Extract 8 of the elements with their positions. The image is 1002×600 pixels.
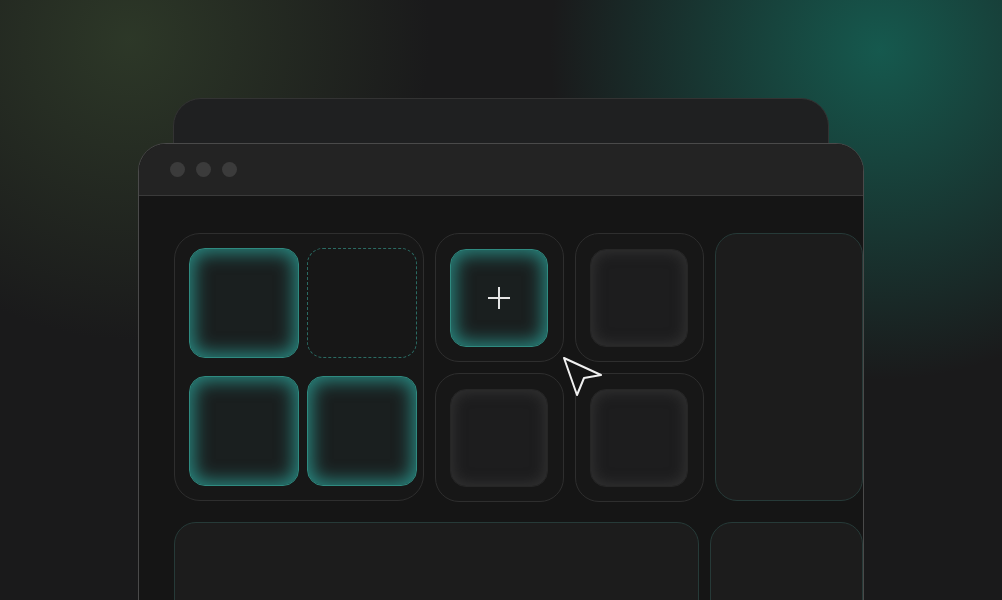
plus-icon — [487, 285, 512, 310]
window-control[interactable] — [196, 162, 211, 177]
tile[interactable] — [450, 248, 549, 347]
tile[interactable] — [189, 248, 299, 358]
window-control[interactable] — [170, 162, 185, 177]
window-control[interactable] — [222, 162, 237, 177]
tile[interactable] — [307, 375, 418, 486]
tile[interactable] — [189, 375, 299, 486]
